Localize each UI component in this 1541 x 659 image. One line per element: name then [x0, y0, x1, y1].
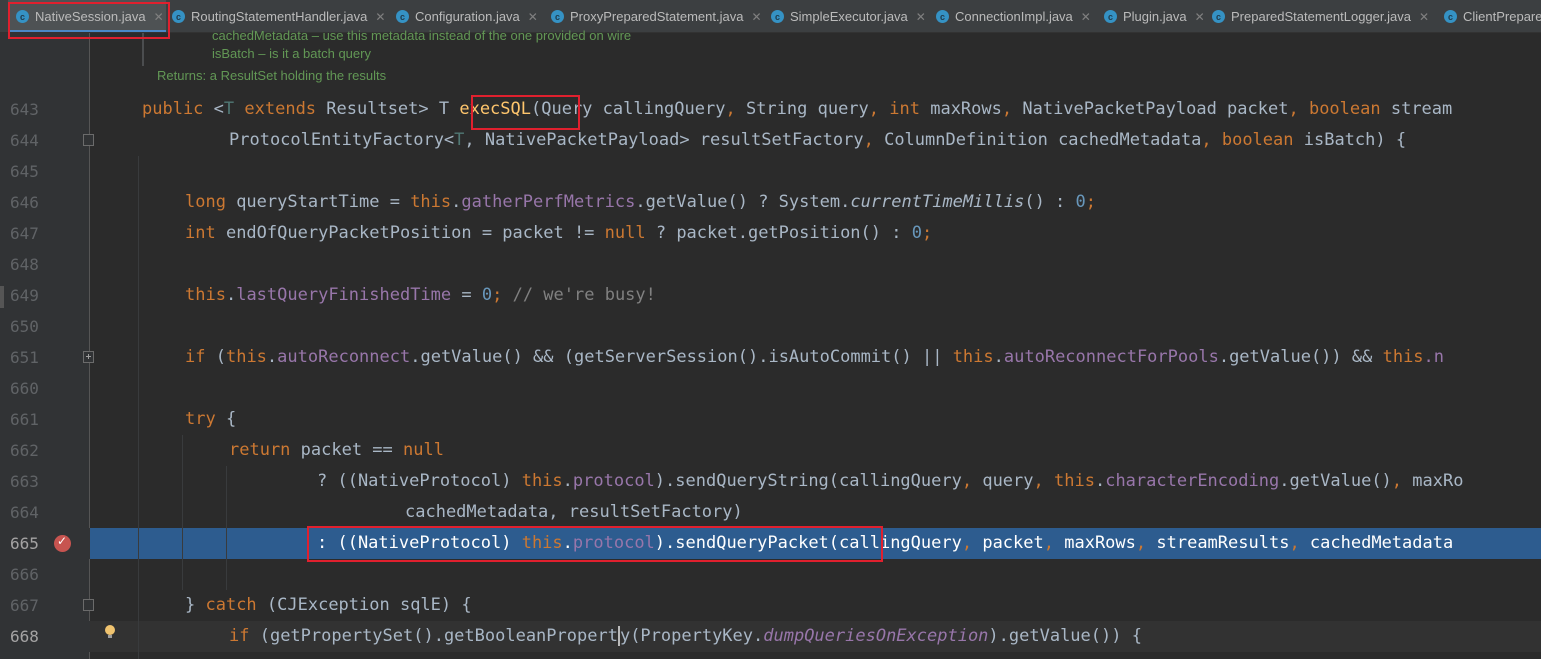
- line-number: 668: [10, 627, 39, 646]
- code-line-current[interactable]: 668 if (getPropertySet().getBooleanPrope…: [0, 621, 1541, 652]
- indent-guide: [138, 156, 139, 659]
- java-class-icon: c: [1212, 10, 1225, 23]
- code-text: } catch (CJException sqlE) {: [185, 595, 472, 615]
- indent-guide: [182, 435, 183, 590]
- code-line[interactable]: 664 cachedMetadata, resultSetFactory): [0, 497, 1541, 528]
- line-number: 644: [10, 131, 39, 150]
- code-line[interactable]: 644 ProtocolEntityFactory<T, NativePacke…: [0, 125, 1541, 156]
- doc-comment-param-cachedmetadata: cachedMetadata – use this metadata inste…: [212, 28, 632, 43]
- close-icon[interactable]: ✕: [375, 10, 385, 24]
- code-line[interactable]: 660: [0, 373, 1541, 404]
- tab-label: ConnectionImpl.java: [955, 9, 1073, 24]
- code-line[interactable]: 643 public <T extends Resultset> T execS…: [0, 94, 1541, 125]
- code-line[interactable]: 666: [0, 559, 1541, 590]
- line-number: 643: [10, 100, 39, 119]
- close-icon[interactable]: ✕: [528, 10, 538, 24]
- java-class-icon: c: [551, 10, 564, 23]
- code-line[interactable]: 647 int endOfQueryPacketPosition = packe…: [0, 218, 1541, 249]
- tab-label: ProxyPreparedStatement.java: [570, 9, 744, 24]
- line-number: 664: [10, 503, 39, 522]
- java-class-icon: c: [1444, 10, 1457, 23]
- close-icon[interactable]: ✕: [1081, 10, 1091, 24]
- code-text: if (getPropertySet().getBooleanPropert y(…: [229, 626, 1142, 646]
- tab-label: ClientPrepare: [1463, 9, 1541, 24]
- java-class-icon: c: [172, 10, 185, 23]
- code-line-execution-point[interactable]: 665 : ((NativeProtocol) this.protocol).s…: [0, 528, 1541, 559]
- tab-label: NativeSession.java: [35, 9, 146, 24]
- code-line[interactable]: 651 if (this.autoReconnect.getValue() &&…: [0, 342, 1541, 373]
- code-text: cachedMetadata, resultSetFactory): [405, 502, 743, 522]
- line-number: 646: [10, 193, 39, 212]
- close-icon[interactable]: ✕: [1195, 10, 1205, 24]
- line-number: 645: [10, 162, 39, 181]
- line-number: 650: [10, 317, 39, 336]
- code-line[interactable]: 662 return packet == null: [0, 435, 1541, 466]
- doc-comment-returns: Returns: a ResultSet holding the results: [157, 68, 387, 83]
- code-text: this.lastQueryFinishedTime = 0; // we're…: [185, 285, 656, 305]
- code-line[interactable]: 663 ? ((NativeProtocol) this.protocol).s…: [0, 466, 1541, 497]
- java-class-icon: c: [1104, 10, 1117, 23]
- close-icon[interactable]: ✕: [751, 10, 761, 24]
- line-number: 663: [10, 472, 39, 491]
- doc-comment-param-isbatch: isBatch – is it a batch query: [212, 46, 371, 61]
- java-class-icon: c: [771, 10, 784, 23]
- method-name: execSQL: [459, 99, 531, 119]
- tab-plugin[interactable]: c Plugin.java ✕: [1104, 0, 1205, 32]
- line-number: 660: [10, 379, 39, 398]
- breakpoint-icon[interactable]: [54, 534, 71, 552]
- tab-label: Configuration.java: [415, 9, 520, 24]
- tab-label: SimpleExecutor.java: [790, 9, 908, 24]
- code-line[interactable]: 648: [0, 249, 1541, 280]
- code-text: int endOfQueryPacketPosition = packet !=…: [185, 223, 933, 243]
- code-text: ProtocolEntityFactory<T, NativePacketPay…: [229, 130, 1407, 150]
- doc-comment-bar: [142, 33, 144, 66]
- line-number: 648: [10, 255, 39, 274]
- line-number: 661: [10, 410, 39, 429]
- code-text: if (this.autoReconnect.getValue() && (ge…: [185, 347, 1445, 367]
- line-number: 667: [10, 596, 39, 615]
- line-number: 666: [10, 565, 39, 584]
- tab-label: Plugin.java: [1123, 9, 1187, 24]
- tab-label: PreparedStatementLogger.java: [1231, 9, 1411, 24]
- java-class-icon: c: [396, 10, 409, 23]
- code-line[interactable]: 650: [0, 311, 1541, 342]
- code-line[interactable]: 649 this.lastQueryFinishedTime = 0; // w…: [0, 280, 1541, 311]
- code-text: : ((NativeProtocol) this.protocol).sendQ…: [317, 533, 1454, 553]
- tab-label: RoutingStatementHandler.java: [191, 9, 368, 24]
- tab-nativesession[interactable]: c NativeSession.java ✕: [8, 0, 166, 32]
- fold-marker-icon[interactable]: [83, 599, 94, 611]
- code-text: long queryStartTime = this.gatherPerfMet…: [185, 192, 1097, 212]
- java-class-icon: c: [936, 10, 949, 23]
- code-line[interactable]: 646 long queryStartTime = this.gatherPer…: [0, 187, 1541, 218]
- expand-fold-icon[interactable]: [83, 351, 94, 363]
- close-icon[interactable]: ✕: [916, 10, 926, 24]
- line-number: 647: [10, 224, 39, 243]
- close-icon[interactable]: ✕: [154, 10, 164, 24]
- line-number: 665: [10, 534, 39, 553]
- line-number: 662: [10, 441, 39, 460]
- lightbulb-icon[interactable]: [104, 625, 116, 639]
- code-line[interactable]: 667 } catch (CJException sqlE) {: [0, 590, 1541, 621]
- code-text: return packet == null: [229, 440, 444, 460]
- close-icon[interactable]: ✕: [1419, 10, 1429, 24]
- code-line[interactable]: 661 try {: [0, 404, 1541, 435]
- java-class-icon: c: [16, 10, 29, 23]
- code-line[interactable]: 645: [0, 156, 1541, 187]
- indent-guide: [226, 466, 227, 590]
- line-number: 651: [10, 348, 39, 367]
- code-text: try {: [185, 409, 237, 429]
- line-number: 649: [10, 286, 39, 305]
- tab-preparedstatementlogger[interactable]: c PreparedStatementLogger.java ✕: [1212, 0, 1429, 32]
- fold-marker-icon[interactable]: [83, 134, 94, 146]
- code-text: ? ((NativeProtocol) this.protocol).sendQ…: [317, 471, 1464, 491]
- tab-clientprepare[interactable]: c ClientPrepare: [1444, 0, 1541, 32]
- code-text: public <T extends Resultset> T execSQL(Q…: [142, 99, 1453, 119]
